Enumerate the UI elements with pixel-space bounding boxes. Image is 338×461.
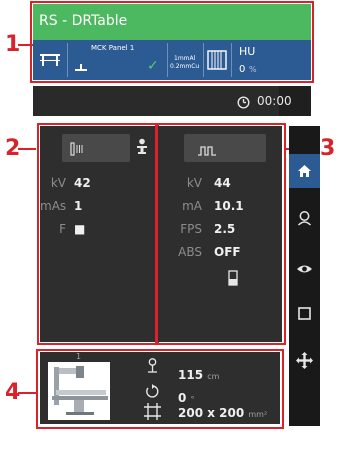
home-icon[interactable]	[297, 163, 312, 182]
elapsed-time: 00:00	[257, 94, 292, 108]
callout-2-frame	[37, 123, 159, 345]
callout-4-line	[18, 392, 36, 394]
callout-4-frame	[36, 349, 284, 429]
timer-bar: 00:00	[33, 86, 311, 116]
side-nav	[289, 126, 320, 426]
user-position-icon[interactable]	[297, 210, 312, 230]
eye-icon[interactable]	[296, 260, 313, 279]
square-icon[interactable]	[298, 305, 311, 324]
move-icon[interactable]	[296, 352, 313, 373]
callout-3: 3	[320, 136, 336, 161]
clock-icon	[237, 94, 250, 113]
callout-3-frame	[155, 123, 286, 345]
callout-1-frame	[30, 1, 314, 83]
callout-2-line	[18, 148, 36, 150]
